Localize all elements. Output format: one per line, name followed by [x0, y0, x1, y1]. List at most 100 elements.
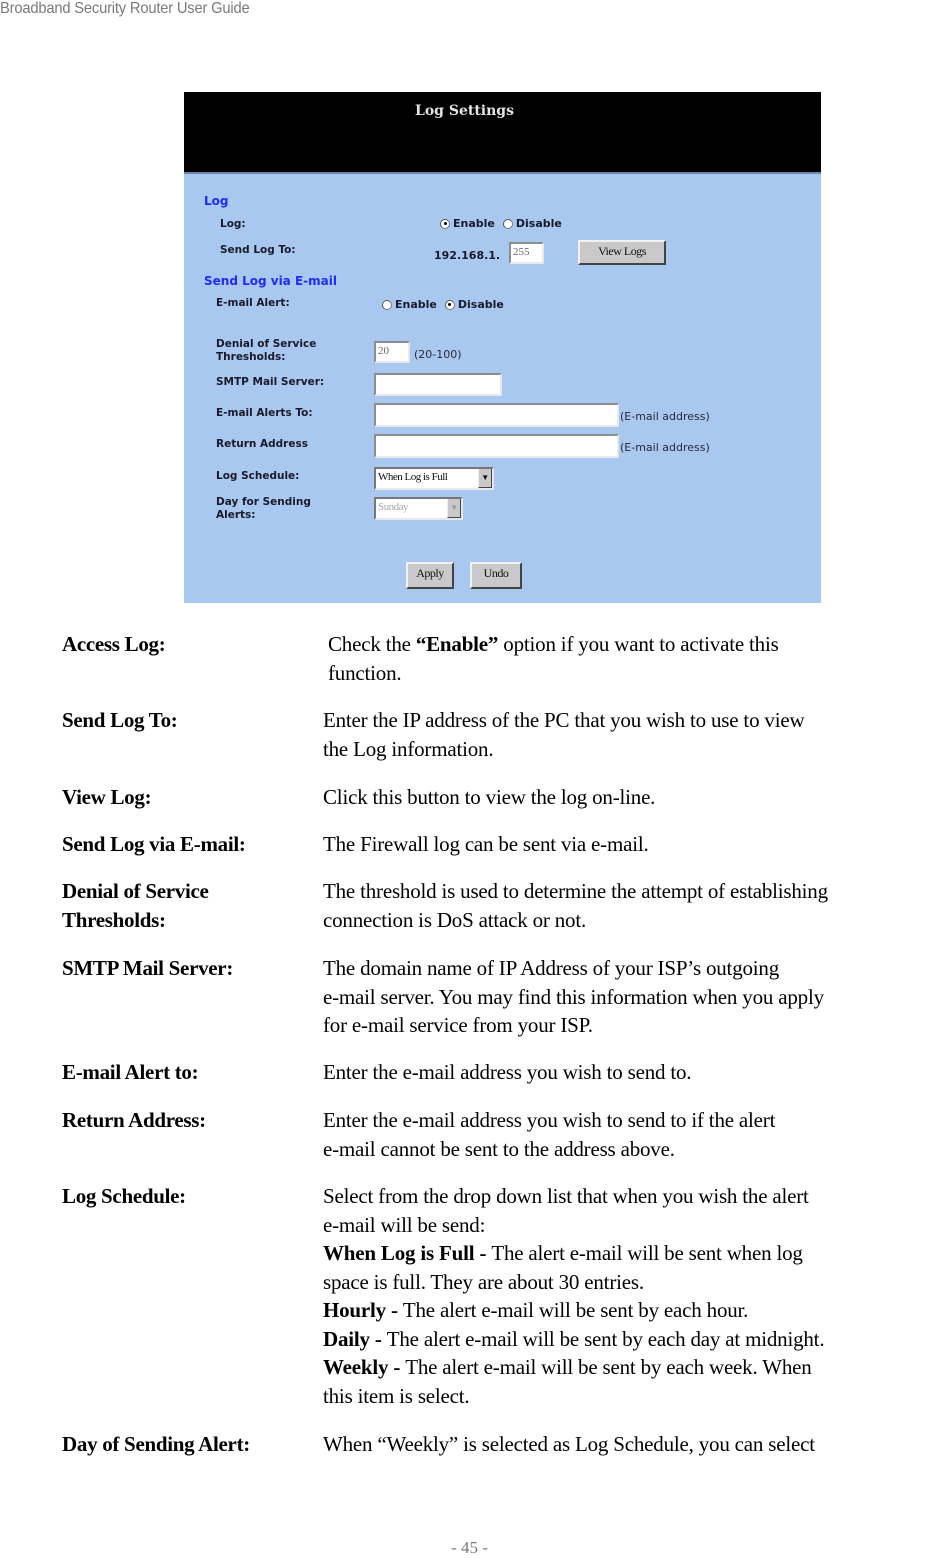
return-address-hint: (E-mail address): [620, 441, 710, 454]
description-emphasis: “Enable”: [415, 632, 499, 656]
description-text: the Log information.: [323, 736, 494, 761]
description-term-line: Thresholds:: [62, 907, 166, 932]
description-body: Enter the IP address of the PC that you …: [323, 706, 939, 763]
description-line: this item is select.: [323, 1382, 939, 1411]
description-line: The threshold is used to determine the a…: [323, 877, 939, 906]
description-text: Select from the drop down list that when…: [323, 1184, 809, 1208]
description-body: Click this button to view the log on-lin…: [323, 783, 939, 812]
ip-last-octet-input[interactable]: 255: [509, 242, 544, 264]
description-term: Log Schedule:: [62, 1184, 186, 1208]
description-body: The domain name of IP Address of your IS…: [323, 954, 939, 1040]
panel-header: Log Settings: [184, 92, 821, 174]
description-text: Enter the e-mail address you wish to sen…: [323, 1108, 776, 1132]
description-line: space is full. They are about 30 entries…: [323, 1268, 939, 1297]
description-line: Daily - The alert e-mail will be sent by…: [323, 1325, 939, 1354]
description-text: The alert e-mail will be sent when log: [491, 1241, 803, 1265]
description-line: When Log is Full - The alert e-mail will…: [323, 1239, 939, 1268]
smtp-server-input[interactable]: [374, 373, 502, 396]
log-radio-group: Enable Disable: [440, 217, 570, 230]
description-text: The domain name of IP Address of your IS…: [323, 956, 780, 980]
email-alerts-to-hint: (E-mail address): [620, 410, 710, 423]
description-text: The alert e-mail will be sent by each we…: [405, 1355, 812, 1379]
description-text: for e-mail service from your ISP.: [323, 1013, 593, 1037]
description-term: Access Log:: [62, 632, 166, 656]
description-line: The domain name of IP Address of your IS…: [323, 954, 939, 983]
dos-threshold-hint: (20-100): [414, 348, 462, 361]
log-disable-radio[interactable]: [502, 218, 513, 229]
section-heading-email: Send Log via E-mail: [204, 274, 337, 288]
description-line: e-mail server. You may find this informa…: [323, 983, 939, 1012]
description-line: When “Weekly” is selected as Log Schedul…: [323, 1430, 939, 1459]
description-body: When “Weekly” is selected as Log Schedul…: [323, 1430, 939, 1459]
log-label: Log:: [220, 218, 246, 230]
day-label-line1: Day for Sending: [216, 496, 311, 508]
email-alert-enable-radio[interactable]: [382, 299, 392, 310]
undo-button[interactable]: Undo: [470, 562, 522, 589]
dos-thresholds-label: Denial of Service Thresholds:: [216, 338, 316, 364]
description-term: Send Log To:: [62, 708, 178, 732]
description-text: option if you want to activate this: [498, 632, 779, 656]
chevron-down-icon[interactable]: ▼: [447, 499, 461, 518]
description-term: Day of Sending Alert:: [62, 1432, 250, 1456]
description-line: Enter the IP address of the PC that you …: [323, 706, 939, 735]
description-text: space is full. They are about 30 entries…: [323, 1269, 644, 1294]
description-term: Return Address:: [62, 1108, 206, 1132]
description-text: The Firewall log can be sent via e-mail.: [323, 832, 649, 856]
log-settings-screenshot: Log Settings Log Log: Enable Disable Sen…: [184, 92, 821, 603]
log-schedule-value: When Log is Full: [378, 471, 448, 483]
description-term: E-mail Alert to:: [62, 1060, 199, 1084]
description-emphasis: Weekly -: [323, 1355, 406, 1379]
smtp-server-label: SMTP Mail Server:: [216, 376, 325, 388]
description-line: Enter the e-mail address you wish to sen…: [323, 1058, 939, 1087]
running-header: Broadband Security Router User Guide: [0, 0, 250, 17]
description-body: Check the “Enable” option if you want to…: [328, 630, 939, 687]
description-emphasis: Hourly -: [323, 1298, 403, 1322]
description-line: Enter the e-mail address you wish to sen…: [323, 1106, 939, 1135]
log-enable-label: Enable: [453, 217, 495, 230]
description-text: e-mail will be send:: [323, 1212, 486, 1237]
description-line: The Firewall log can be sent via e-mail.: [323, 830, 939, 859]
email-alerts-to-input[interactable]: [374, 403, 619, 427]
day-for-sending-select[interactable]: Sunday ▼: [374, 497, 463, 520]
dos-threshold-input[interactable]: 20: [374, 341, 410, 363]
description-line: for e-mail service from your ISP.: [323, 1011, 939, 1040]
chevron-down-icon[interactable]: ▼: [478, 469, 492, 488]
description-term: SMTP Mail Server:: [62, 956, 234, 980]
day-for-sending-label: Day for Sending Alerts:: [216, 496, 311, 522]
description-emphasis: Daily -: [323, 1326, 387, 1351]
description-line: Hourly - The alert e-mail will be sent b…: [323, 1296, 939, 1325]
apply-button[interactable]: Apply: [406, 562, 454, 589]
description-text: Check the: [328, 632, 416, 656]
description-text: function.: [328, 660, 402, 685]
description-body: The Firewall log can be sent via e-mail.: [323, 830, 939, 859]
day-for-sending-value: Sunday: [378, 501, 409, 513]
description-text: Click this button to view the log on-lin…: [323, 785, 656, 809]
description-line: the Log information.: [323, 735, 939, 764]
description-emphasis: When Log is Full -: [323, 1241, 492, 1265]
description-line: function.: [328, 659, 939, 688]
email-alert-disable-radio[interactable]: [444, 299, 455, 310]
description-line: Select from the drop down list that when…: [323, 1182, 939, 1211]
description-text: The alert e-mail will be sent by each da…: [386, 1326, 825, 1351]
section-heading-log: Log: [204, 194, 229, 208]
description-body: Enter the e-mail address you wish to sen…: [323, 1106, 939, 1163]
description-text: When “Weekly” is selected as Log Schedul…: [323, 1432, 815, 1456]
description-term: Send Log via E-mail:: [62, 832, 246, 856]
email-alert-enable-label: Enable: [395, 298, 437, 311]
log-schedule-label: Log Schedule:: [216, 470, 300, 482]
page-number: - 45 -: [451, 1538, 488, 1557]
day-label-line2: Alerts:: [216, 509, 256, 521]
view-logs-button[interactable]: View Logs: [578, 240, 666, 265]
description-text: this item is select.: [323, 1383, 470, 1408]
description-body: Select from the drop down list that when…: [323, 1182, 939, 1410]
email-alert-label: E-mail Alert:: [216, 297, 290, 309]
log-enable-radio[interactable]: [440, 218, 450, 229]
log-schedule-select[interactable]: When Log is Full ▼: [374, 467, 494, 490]
description-text: The alert e-mail will be sent by each ho…: [402, 1298, 749, 1322]
email-alert-radio-group: Enable Disable: [382, 298, 512, 311]
description-line: e-mail cannot be sent to the address abo…: [323, 1135, 939, 1164]
dos-label-line1: Denial of Service: [216, 338, 317, 350]
description-term: View Log:: [62, 785, 152, 809]
description-body: The threshold is used to determine the a…: [323, 877, 939, 934]
return-address-input[interactable]: [374, 434, 619, 458]
